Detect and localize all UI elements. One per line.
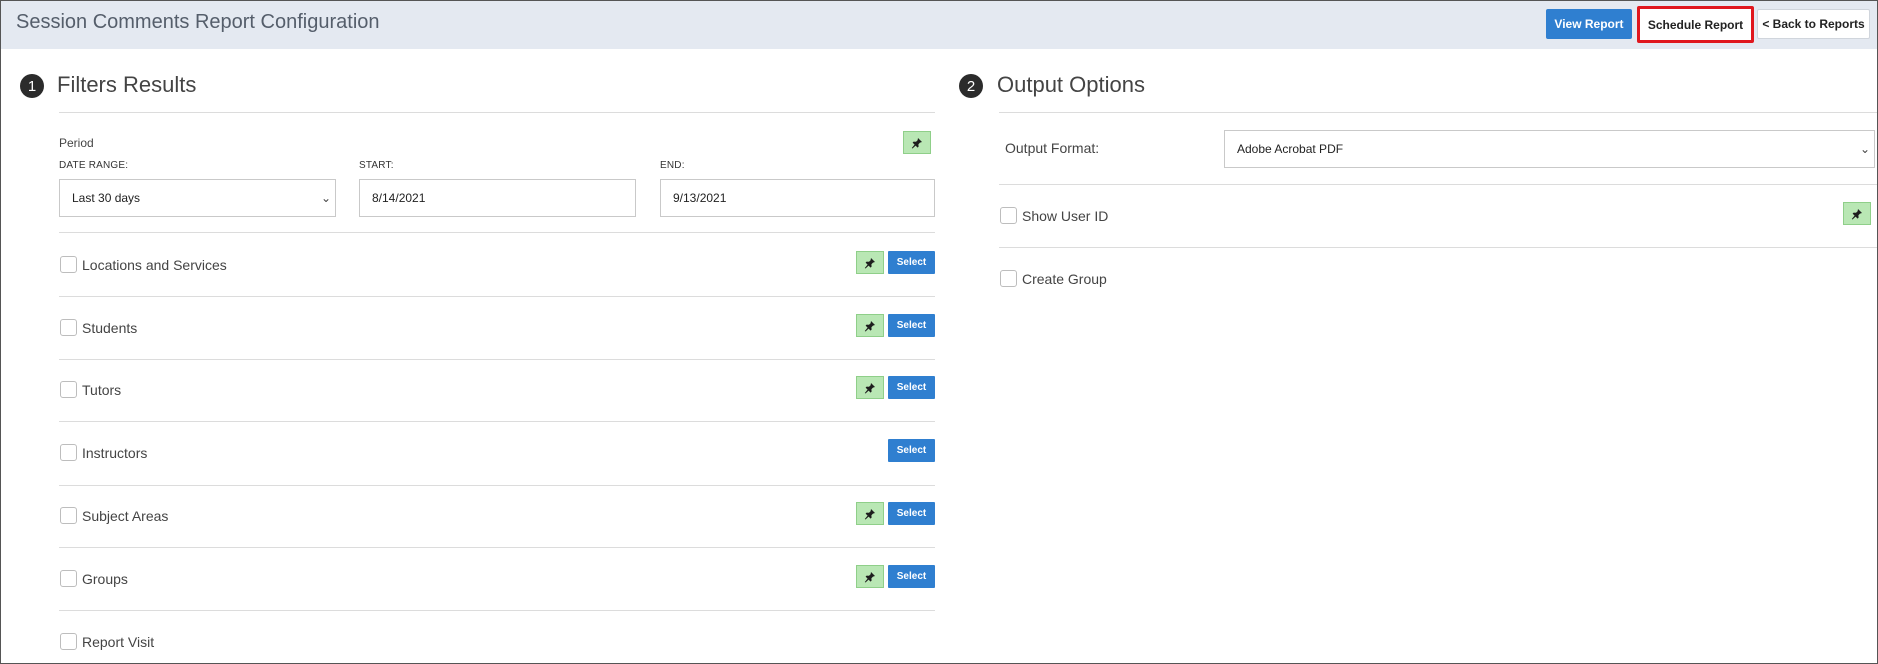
show-user-id-checkbox[interactable] — [1000, 207, 1017, 224]
divider — [59, 485, 935, 486]
divider — [59, 547, 935, 548]
period-label: Period — [59, 136, 94, 150]
subject-areas-label: Subject Areas — [82, 508, 169, 524]
pin-show-user-id-button[interactable] — [1843, 202, 1871, 225]
select-instructors-button[interactable]: Select — [888, 439, 935, 462]
chevron-down-icon: ⌄ — [1859, 142, 1870, 156]
select-subject-areas-button[interactable]: Select — [888, 502, 935, 525]
start-date-input[interactable]: 8/14/2021 — [359, 179, 636, 217]
output-format-select[interactable]: Adobe Acrobat PDF ⌄ — [1224, 130, 1875, 168]
divider — [59, 112, 935, 113]
pin-icon — [864, 257, 875, 268]
section-number-2: 2 — [959, 74, 983, 98]
header-bar: Session Comments Report Configuration Vi… — [1, 1, 1877, 49]
select-locations-button[interactable]: Select — [888, 251, 935, 274]
pin-icon — [864, 320, 875, 331]
end-label: END: — [660, 160, 685, 171]
pin-tutors-button[interactable] — [856, 376, 884, 399]
groups-checkbox[interactable] — [60, 570, 77, 587]
date-range-label: DATE RANGE: — [59, 160, 129, 171]
date-range-select[interactable]: Last 30 days ⌄ — [59, 179, 336, 217]
divider — [999, 247, 1877, 248]
view-report-button[interactable]: View Report — [1546, 9, 1632, 39]
select-tutors-button[interactable]: Select — [888, 376, 935, 399]
date-range-value: Last 30 days — [72, 191, 141, 205]
section-number-1: 1 — [20, 74, 44, 98]
divider — [59, 421, 935, 422]
instructors-label: Instructors — [82, 445, 148, 461]
divider — [59, 296, 935, 297]
output-options-title: Output Options — [997, 72, 1145, 97]
report-visit-checkbox[interactable] — [60, 633, 77, 650]
pin-icon — [864, 382, 875, 393]
select-students-button[interactable]: Select — [888, 314, 935, 337]
report-visit-label: Report Visit — [82, 634, 155, 650]
pin-icon — [911, 137, 922, 148]
end-date-value: 9/13/2021 — [673, 191, 727, 205]
create-group-label: Create Group — [1022, 271, 1107, 287]
pin-locations-button[interactable] — [856, 251, 884, 274]
select-groups-button[interactable]: Select — [888, 565, 935, 588]
pin-icon — [864, 508, 875, 519]
pin-period-button[interactable] — [903, 131, 931, 154]
students-label: Students — [82, 320, 138, 336]
pin-students-button[interactable] — [856, 314, 884, 337]
start-label: START: — [359, 160, 394, 171]
locations-services-label: Locations and Services — [82, 257, 227, 273]
instructors-checkbox[interactable] — [60, 444, 77, 461]
end-date-input[interactable]: 9/13/2021 — [660, 179, 935, 217]
start-date-value: 8/14/2021 — [372, 191, 426, 205]
students-checkbox[interactable] — [60, 319, 77, 336]
subject-areas-checkbox[interactable] — [60, 507, 77, 524]
divider — [999, 112, 1877, 113]
divider — [59, 232, 935, 233]
create-group-checkbox[interactable] — [1000, 270, 1017, 287]
schedule-report-button[interactable]: Schedule Report — [1637, 6, 1754, 43]
pin-subject-areas-button[interactable] — [856, 502, 884, 525]
output-format-value: Adobe Acrobat PDF — [1237, 142, 1344, 156]
filters-title: Filters Results — [57, 72, 197, 97]
pin-icon — [864, 571, 875, 582]
chevron-down-icon: ⌄ — [320, 191, 331, 205]
tutors-checkbox[interactable] — [60, 381, 77, 398]
divider — [59, 610, 935, 611]
page-title: Session Comments Report Configuration — [16, 11, 380, 33]
groups-label: Groups — [82, 571, 128, 587]
pin-groups-button[interactable] — [856, 565, 884, 588]
divider — [59, 359, 935, 360]
pin-icon — [1851, 208, 1862, 219]
back-to-reports-button[interactable]: < Back to Reports — [1757, 9, 1870, 39]
output-format-label: Output Format: — [1005, 140, 1100, 156]
locations-services-checkbox[interactable] — [60, 256, 77, 273]
tutors-label: Tutors — [82, 382, 122, 398]
divider — [999, 184, 1877, 185]
show-user-id-label: Show User ID — [1022, 208, 1109, 224]
